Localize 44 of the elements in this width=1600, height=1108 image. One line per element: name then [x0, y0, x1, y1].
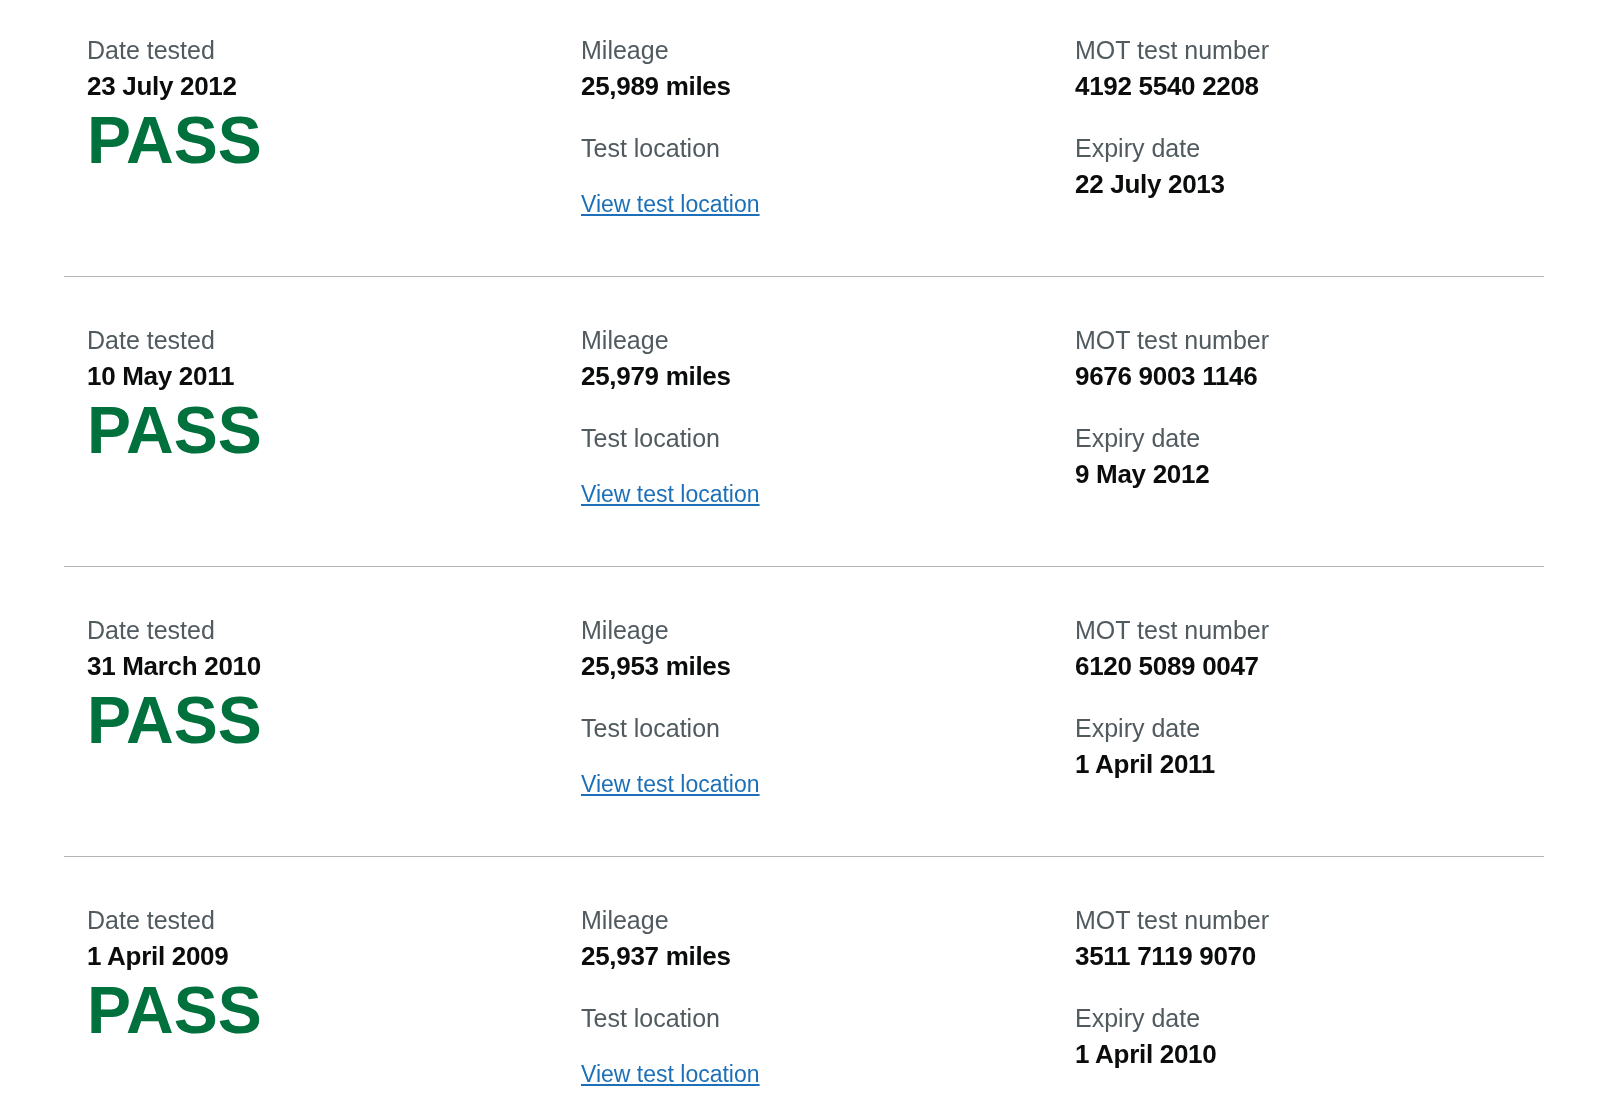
- view-location-link[interactable]: View test location: [581, 1061, 760, 1087]
- field-value: 31 March 2010: [87, 650, 261, 683]
- field-label: MOT test number: [1075, 905, 1270, 936]
- test-result: PASS: [87, 395, 262, 465]
- test-result: PASS: [87, 975, 262, 1045]
- field-value: 23 July 2012: [87, 70, 237, 103]
- view-location-link[interactable]: View test location: [581, 771, 760, 797]
- field-value: 25,979 miles: [581, 360, 731, 393]
- field-value: 4192 5540 2208: [1075, 70, 1259, 103]
- field-label: Date tested: [87, 35, 215, 66]
- field-label: Mileage: [581, 35, 669, 66]
- field-label: Expiry date: [1075, 133, 1201, 164]
- field-value: 25,937 miles: [581, 940, 731, 973]
- field-value: 9 May 2012: [1075, 458, 1210, 491]
- field-value: 10 May 2011: [87, 360, 235, 393]
- view-location-link[interactable]: View test location: [581, 191, 760, 217]
- field-label: Test location: [581, 713, 720, 744]
- test-result: PASS: [87, 105, 262, 175]
- field-label: Date tested: [87, 905, 215, 936]
- field-label: Date tested: [87, 325, 215, 356]
- field-label: Expiry date: [1075, 713, 1201, 744]
- field-label: MOT test number: [1075, 35, 1270, 66]
- field-value: 1 April 2010: [1075, 1038, 1217, 1071]
- field-label: Test location: [581, 423, 720, 454]
- field-value: 6120 5089 0047: [1075, 650, 1259, 683]
- field-label: Mileage: [581, 905, 669, 936]
- field-label: Mileage: [581, 615, 669, 646]
- field-value: 1 April 2011: [1075, 748, 1215, 781]
- field-value: 1 April 2009: [87, 940, 229, 973]
- field-label: MOT test number: [1075, 615, 1270, 646]
- field-label: Test location: [581, 1003, 720, 1034]
- field-label: Mileage: [581, 325, 669, 356]
- test-result: PASS: [87, 685, 262, 755]
- field-value: 9676 9003 1146: [1075, 360, 1258, 393]
- field-value: 25,953 miles: [581, 650, 731, 683]
- field-label: Test location: [581, 133, 720, 164]
- field-label: Date tested: [87, 615, 215, 646]
- field-value: 25,989 miles: [581, 70, 731, 103]
- field-label: Expiry date: [1075, 1003, 1201, 1034]
- field-value: 22 July 2013: [1075, 168, 1225, 201]
- view-location-link[interactable]: View test location: [581, 481, 760, 507]
- field-value: 3511 7119 9070: [1075, 940, 1256, 973]
- field-label: MOT test number: [1075, 325, 1270, 356]
- field-label: Expiry date: [1075, 423, 1201, 454]
